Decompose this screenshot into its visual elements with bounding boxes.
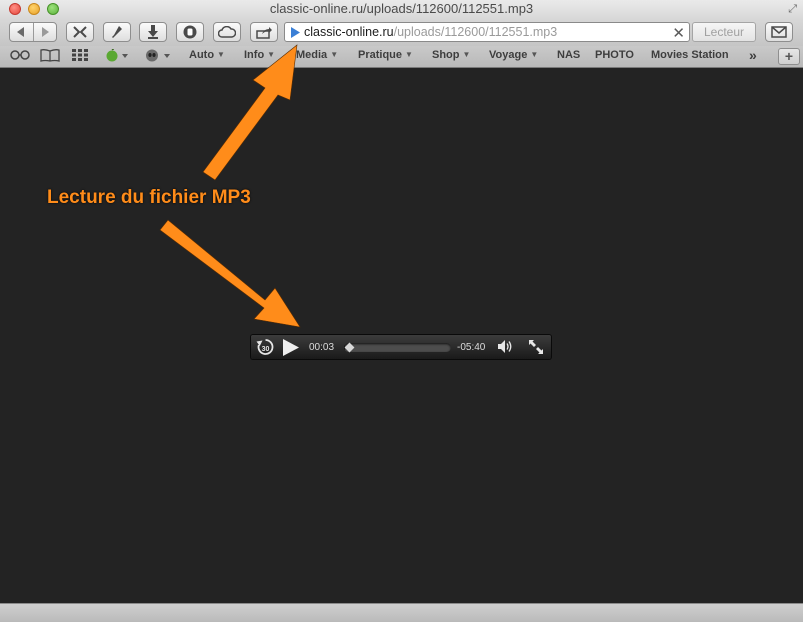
chevron-down-icon: ▼: [330, 50, 339, 59]
download-icon: [147, 25, 159, 39]
url-path: /uploads/112600/112551.mp3: [393, 25, 558, 39]
fullscreen-icon[interactable]: ⤢: [788, 3, 797, 16]
new-tab-button[interactable]: +: [778, 48, 800, 65]
status-bar: [0, 603, 803, 622]
bookmark-photo[interactable]: PHOTO: [595, 49, 634, 61]
download-button[interactable]: [139, 22, 167, 42]
play-media-icon: [291, 26, 300, 38]
url-host: classic-online.ru: [304, 25, 394, 39]
bookmark-media[interactable]: Media ▼: [296, 49, 338, 61]
share-icon: [256, 26, 272, 39]
open-book-icon[interactable]: [40, 49, 60, 65]
alien-menu-icon[interactable]: [145, 49, 173, 65]
stop-reload-button[interactable]: [66, 22, 94, 42]
bookmark-label: Media: [296, 49, 328, 61]
envelope-icon: [771, 26, 787, 38]
bookmark-label: Info: [244, 49, 265, 61]
chevron-down-icon: ▼: [405, 50, 413, 59]
bookmark-nas[interactable]: NAS: [557, 49, 580, 61]
bookmark-info[interactable]: Info ▼: [244, 49, 275, 61]
bookmark-movies-station[interactable]: Movies Station: [651, 49, 729, 61]
reader-button[interactable]: Lecteur: [692, 22, 756, 42]
reading-glasses-icon[interactable]: [10, 49, 30, 64]
chevron-down-icon: ▼: [530, 50, 539, 59]
volume-icon[interactable]: [498, 340, 513, 358]
clear-url-icon[interactable]: ✕: [672, 24, 685, 42]
icloud-tabs-button[interactable]: [213, 22, 241, 42]
browser-window: classic-online.ru/uploads/112600/112551.…: [0, 0, 803, 622]
forward-arrow-icon[interactable]: [34, 27, 57, 37]
wrench-icon: [111, 25, 123, 39]
bookmark-label: Pratique: [358, 49, 403, 61]
bookmark-label: Voyage: [489, 49, 528, 61]
bookmark-shop[interactable]: Shop ▼: [432, 49, 470, 61]
back-arrow-icon[interactable]: [10, 27, 33, 37]
chevron-down-icon: ▼: [462, 50, 471, 59]
bookmark-label: Shop: [432, 49, 460, 61]
share-button[interactable]: [250, 22, 278, 42]
play-button[interactable]: [283, 339, 299, 361]
mail-button[interactable]: [765, 22, 793, 42]
fullscreen-expand-icon[interactable]: [528, 339, 544, 360]
window-title: classic-online.ru/uploads/112600/112551.…: [269, 1, 534, 16]
tools-button[interactable]: [103, 22, 131, 42]
elapsed-time: 00:03: [309, 342, 335, 353]
bookmarks-overflow-button[interactable]: »: [749, 47, 757, 63]
chevron-down-icon: ▼: [267, 50, 276, 59]
adblock-button[interactable]: [176, 22, 204, 42]
remaining-time: -05:40: [457, 342, 486, 353]
title-bar: classic-online.ru/uploads/112600/112551.…: [0, 0, 803, 18]
skip-back-30-button[interactable]: 30: [256, 338, 275, 361]
browser-toolbar: classic-online.ru/uploads/112600/112551.…: [0, 18, 803, 46]
bookmark-auto[interactable]: Auto ▼: [189, 49, 225, 61]
chevron-down-icon: ▼: [217, 50, 225, 59]
cloud-icon: [218, 26, 236, 38]
hand-stop-icon: [183, 25, 197, 39]
skip-back-label: 30: [262, 346, 270, 353]
address-bar[interactable]: classic-online.ru/uploads/112600/112551.…: [284, 22, 690, 42]
top-sites-grid-icon[interactable]: [72, 49, 88, 64]
bookmark-label: PHOTO: [595, 49, 634, 61]
annotation-label: Lecture du fichier MP3: [47, 187, 251, 208]
bookmark-label: Auto: [189, 49, 215, 61]
progress-track[interactable]: [344, 343, 451, 352]
collapse-arrows-icon: [73, 26, 87, 38]
bookmark-pratique[interactable]: Pratique ▼: [358, 49, 413, 61]
bookmark-label: Movies Station: [651, 49, 729, 61]
bookmarks-bar: Auto ▼ Info ▼ Media ▼ Pratique ▼ Shop ▼ Voyag…: [0, 46, 803, 68]
back-forward-control: [9, 22, 57, 42]
apple-menu-icon[interactable]: [106, 48, 130, 65]
bookmark-label: NAS: [557, 49, 581, 61]
bookmark-voyage[interactable]: Voyage ▼: [489, 49, 538, 61]
